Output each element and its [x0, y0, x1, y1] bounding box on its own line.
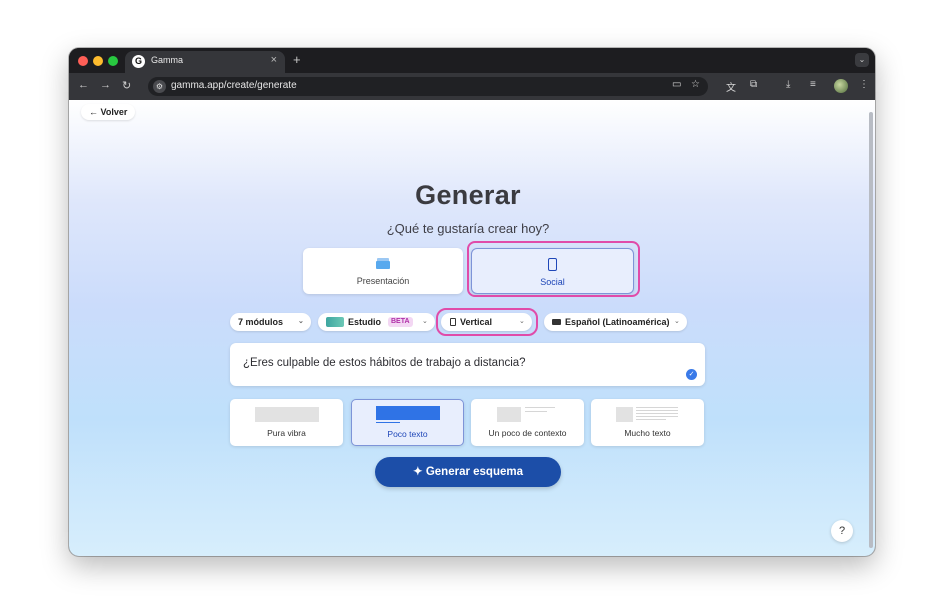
new-tab-icon[interactable]: +	[293, 52, 301, 67]
gamma-favicon-icon: G	[132, 55, 145, 68]
minimize-window-button[interactable]	[93, 56, 103, 66]
prompt-input[interactable]: ¿Eres culpable de estos hábitos de traba…	[230, 343, 705, 386]
type-card-presentation[interactable]: Presentación	[303, 248, 463, 294]
density-option-mucho-texto[interactable]: Mucho texto	[591, 399, 704, 446]
bookmark-star-icon[interactable]: ☆	[691, 79, 700, 90]
presentation-icon	[376, 258, 390, 269]
density-option-un-poco-de-contexto[interactable]: Un poco de contexto	[471, 399, 584, 446]
density-label: Pura vibra	[267, 428, 306, 438]
density-label: Poco texto	[387, 429, 428, 439]
beta-badge: BETA	[388, 317, 413, 327]
page-title: Generar	[415, 180, 521, 210]
address-bar[interactable]: ⚙ gamma.app/create/generate ▭ ☆	[148, 77, 708, 96]
forward-arrow-icon[interactable]: →	[100, 79, 111, 91]
scrollbar-thumb[interactable]	[869, 112, 873, 548]
theme-dropdown[interactable]: Estudio BETA ⌄	[318, 313, 435, 331]
site-settings-icon[interactable]: ⚙	[153, 80, 166, 93]
menu-kebab-icon[interactable]: ⋮	[859, 79, 869, 90]
density-label: Mucho texto	[624, 428, 671, 438]
profile-avatar[interactable]	[834, 79, 848, 93]
generate-outline-button[interactable]: ✦ Generar esquema	[375, 457, 561, 487]
theme-label: Estudio	[348, 317, 381, 327]
type-card-label: Presentación	[356, 276, 410, 286]
cast-icon[interactable]: ▭	[672, 79, 681, 90]
tab-title: Gamma	[151, 55, 184, 65]
chevron-down-icon: ⌄	[674, 318, 680, 325]
page-subtitle: ¿Qué te gustaría crear hoy?	[386, 221, 550, 236]
translate-icon[interactable]: 文	[726, 79, 736, 94]
download-icon[interactable]: ⤓	[786, 79, 790, 90]
browser-tab[interactable]: G Gamma ×	[125, 51, 285, 73]
tab-bar: G Gamma × + ⌄	[69, 48, 875, 73]
modules-dropdown[interactable]: 7 módulos ⌄	[230, 313, 311, 331]
tab-close-icon[interactable]: ×	[271, 54, 277, 66]
density-option-poco-texto[interactable]: Poco texto	[351, 399, 464, 446]
help-button[interactable]: ?	[831, 520, 853, 542]
theme-thumbnail	[326, 317, 344, 327]
reload-icon[interactable]: ↻	[122, 79, 131, 92]
close-window-button[interactable]	[78, 56, 88, 66]
back-button[interactable]: ← Volver	[81, 104, 136, 120]
url-text: gamma.app/create/generate	[171, 80, 297, 91]
language-icon	[552, 319, 561, 325]
density-option-pura-vibra[interactable]: Pura vibra	[230, 399, 343, 446]
check-icon: ✓	[686, 369, 697, 380]
modules-label: 7 módulos	[238, 317, 284, 327]
extensions-icon[interactable]: ⧉	[750, 79, 757, 90]
language-dropdown[interactable]: Español (Latinoamérica) ⌄	[544, 313, 687, 331]
language-label: Español (Latinoamérica)	[565, 317, 670, 327]
prompt-text: ¿Eres culpable de estos hábitos de traba…	[243, 357, 526, 369]
highlight-outline	[436, 308, 538, 336]
page-scrollbar[interactable]	[867, 112, 875, 552]
browser-window: G Gamma × + ⌄ ← → ↻ ⚙ gamma.app/create/g…	[69, 48, 875, 556]
tab-search-icon[interactable]: ⌄	[855, 53, 869, 67]
page-content: ← Volver Generar ¿Qué te gustaría crear …	[69, 100, 875, 556]
reading-list-icon[interactable]: ≡	[810, 79, 816, 90]
maximize-window-button[interactable]	[108, 56, 118, 66]
back-arrow-icon[interactable]: ←	[78, 79, 89, 91]
chevron-down-icon: ⌄	[298, 318, 304, 325]
density-label: Un poco de contexto	[488, 428, 567, 438]
browser-toolbar: ← → ↻ ⚙ gamma.app/create/generate ▭ ☆ 文 …	[69, 73, 875, 100]
highlight-outline	[467, 241, 640, 297]
chevron-down-icon: ⌄	[422, 318, 428, 325]
